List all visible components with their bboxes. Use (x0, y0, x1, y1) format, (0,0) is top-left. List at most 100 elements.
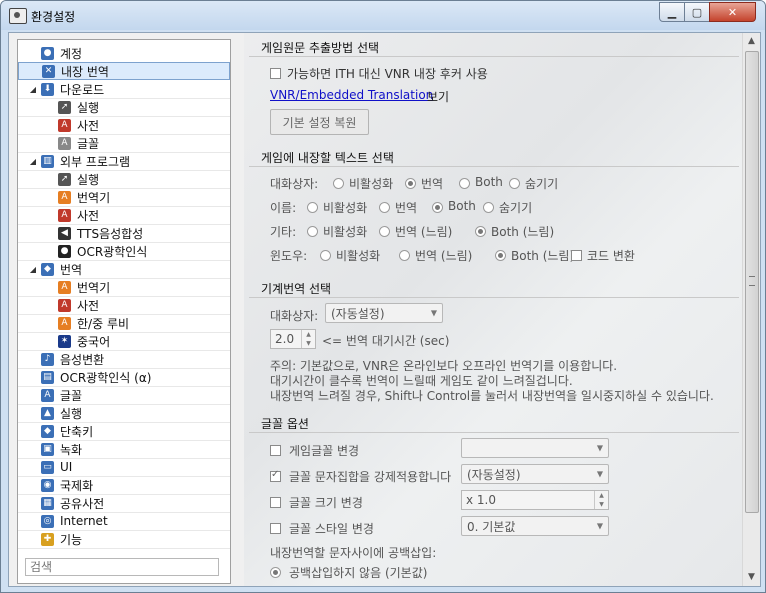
font-style-select[interactable]: 0. 기본값 ▼ (461, 516, 609, 536)
expand-arrow-icon[interactable]: ◢ (28, 157, 38, 166)
maximize-button[interactable]: ▢ (684, 2, 710, 22)
expand-arrow-icon[interactable]: ◢ (28, 265, 38, 274)
sidebar-item-label: 글꼴 (60, 388, 83, 403)
chevron-down-icon: ▼ (596, 443, 603, 453)
embed-option-radio[interactable] (495, 250, 506, 261)
sidebar-item[interactable]: A 글꼴 (18, 134, 230, 153)
sidebar-item[interactable]: A 번역기 (18, 278, 230, 297)
tools-icon: ✕ (42, 64, 55, 78)
embed-option-radio[interactable] (399, 250, 410, 261)
sidebar-item[interactable]: ▣ 녹화 (18, 440, 230, 459)
embed-option-label: 번역 (느림) (395, 225, 453, 239)
sidebar-item[interactable]: ◢ ⬇ 다운로드 (18, 80, 230, 99)
sidebar-item[interactable]: ◆ 단축키 (18, 422, 230, 441)
sidebar-item[interactable]: A 번역기 (18, 188, 230, 207)
sidebar-item[interactable]: A 글꼴 (18, 386, 230, 405)
sidebar-item[interactable]: ▦ 공유사전 (18, 494, 230, 513)
embed-option-radio[interactable] (307, 202, 318, 213)
search-input[interactable] (25, 558, 219, 576)
scroll-down-icon[interactable]: ▼ (743, 569, 760, 586)
sidebar-item[interactable]: ➚ 실행 (18, 98, 230, 117)
user-icon: ● (41, 46, 54, 60)
embed-option-radio[interactable] (379, 226, 390, 237)
embed-option-radio[interactable] (379, 202, 390, 213)
sidebar-item[interactable]: A 사전 (18, 116, 230, 135)
embed-option-radio[interactable] (483, 202, 494, 213)
sidebar-item[interactable]: ● OCR광학인식 (18, 242, 230, 261)
minimize-button[interactable]: ▁ (659, 2, 685, 22)
star-icon: ✶ (58, 334, 71, 348)
sidebar-item[interactable]: A 사전 (18, 296, 230, 315)
embed-option-radio[interactable] (405, 178, 416, 189)
embed-option-radio[interactable] (333, 178, 344, 189)
settings-window: 환경설정 ▁ ▢ ✕ ● 계정 ✕ 내장 번역 ◢ ⬇ 다운로드 ➚ 실행 A 사전 A 글꼴 ◢ ▥ 외부 … (0, 0, 766, 593)
ui-icon: ▭ (41, 460, 54, 474)
sidebar-item[interactable]: ◀ TTS음성합성 (18, 224, 230, 243)
embed-option-radio[interactable] (320, 250, 331, 261)
embed-option-label: Both (느림) (511, 249, 575, 263)
reset-defaults-button[interactable]: 기본 설정 복원 (270, 109, 369, 135)
sidebar-item[interactable]: ♪ 음성변환 (18, 350, 230, 369)
sidebar-item[interactable]: ● 계정 (18, 44, 230, 63)
embed-option-label: 비활성화 (323, 201, 368, 215)
sidebar-item-label: 글꼴 (77, 136, 100, 151)
sidebar-item-label: TTS음성합성 (77, 226, 144, 241)
sidebar-item[interactable]: ◉ 국제화 (18, 476, 230, 495)
expand-arrow-icon[interactable]: ◢ (28, 85, 38, 94)
wait-time-spinbox[interactable]: 2.0 ▲ ▼ (270, 329, 316, 349)
sidebar-item[interactable]: ▲ 실행 (18, 404, 230, 423)
embed-option-radio[interactable] (459, 178, 470, 189)
no-spacing-radio[interactable] (270, 567, 281, 578)
sidebar-item[interactable]: A 한/중 루비 (18, 314, 230, 333)
sidebar-item-label: 공유사전 (60, 496, 105, 511)
divider (249, 166, 739, 167)
game-font-checkbox[interactable] (270, 445, 281, 456)
game-font-label: 게임글꼴 변경 (289, 444, 360, 458)
spin-arrows-icon[interactable]: ▲ ▼ (301, 330, 315, 348)
embed-option-radio[interactable] (475, 226, 486, 237)
no-spacing-label: 공백삽입하지 않음 (기본값) (289, 566, 428, 580)
font-options-group: 글꼴 옵션 게임글꼴 변경 ▼ 글꼴 문자집합을 강제적용합니다 (자동설정) ▼… (249, 415, 739, 586)
sidebar-item[interactable]: ▭ UI (18, 458, 230, 477)
sidebar-item[interactable]: ➚ 실행 (18, 170, 230, 189)
scroll-thumb[interactable] (745, 51, 759, 513)
sidebar-item[interactable]: A 사전 (18, 206, 230, 225)
font-style-checkbox[interactable] (270, 523, 281, 534)
machine-translator-select[interactable]: (자동설정) ▼ (325, 303, 443, 323)
sidebar-item[interactable]: ▤ OCR광학인식 (α) (18, 368, 230, 387)
charset-select[interactable]: (자동설정) ▼ (461, 464, 609, 484)
sidebar-item[interactable]: ✶ 중국어 (18, 332, 230, 351)
spacing-label: 내장번역할 문자사이에 공백삽입: (270, 546, 437, 560)
rocket-icon: ➚ (58, 172, 71, 186)
extract-group: 게임원문 추출방법 선택 가능하면 ITH 대신 VNR 내장 후커 사용 VN… (249, 39, 739, 149)
font-size-spinbox[interactable]: x 1.0 ▲ ▼ (461, 490, 609, 510)
embed-option-radio[interactable] (432, 202, 443, 213)
dictionary-icon: A (58, 298, 71, 312)
title-bar[interactable]: 환경설정 ▁ ▢ ✕ (1, 1, 765, 30)
vertical-scrollbar[interactable]: ▲ ▼ (742, 33, 760, 586)
wait-time-label: <= 번역 대기시간 (sec) (322, 334, 450, 348)
grip-icon (749, 276, 755, 286)
sidebar-item[interactable]: ✕ 내장 번역 (18, 62, 230, 80)
embedded-translation-link[interactable]: VNR/Embedded Translation (270, 88, 433, 102)
record-icon: ▣ (41, 442, 54, 456)
sidebar-item-label: 외부 프로그램 (60, 154, 131, 169)
vnr-hooker-checkbox[interactable] (270, 68, 281, 79)
scroll-up-icon[interactable]: ▲ (743, 33, 760, 50)
divider (249, 432, 739, 433)
embed-option-radio[interactable] (307, 226, 318, 237)
spin-arrows-icon[interactable]: ▲ ▼ (594, 491, 608, 509)
embed-option-radio[interactable] (509, 178, 520, 189)
sidebar-item-label: 중국어 (77, 334, 111, 349)
code-convert-checkbox[interactable] (571, 250, 582, 261)
sidebar-item[interactable]: ◢ ▥ 외부 프로그램 (18, 152, 230, 171)
game-font-select[interactable]: ▼ (461, 438, 609, 458)
sidebar-item[interactable]: ✚ 기능 (18, 530, 230, 549)
shortcut-icon: ◆ (41, 424, 54, 438)
close-button[interactable]: ✕ (709, 2, 756, 22)
sidebar-item[interactable]: ◎ Internet (18, 512, 230, 531)
embed-option-label: 숨기기 (499, 201, 533, 215)
charset-checkbox[interactable] (270, 469, 281, 482)
sidebar-item[interactable]: ◢ ◆ 번역 (18, 260, 230, 279)
font-size-checkbox[interactable] (270, 497, 281, 508)
